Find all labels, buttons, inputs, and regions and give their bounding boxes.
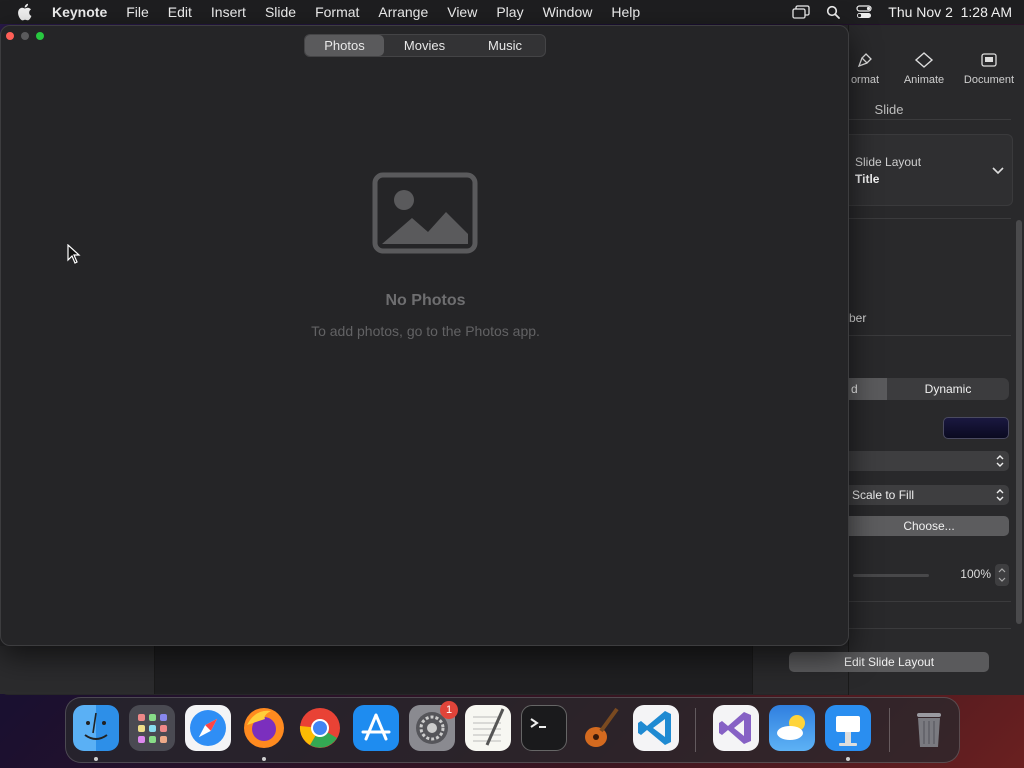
tab-photos[interactable]: Photos xyxy=(305,35,384,56)
dock-weather-icon[interactable] xyxy=(769,705,815,751)
segment-standard[interactable]: d xyxy=(849,378,887,400)
dock-launchpad-icon[interactable] xyxy=(129,705,175,751)
menu-slide[interactable]: Slide xyxy=(265,4,296,20)
dock-app-store-icon[interactable] xyxy=(353,705,399,751)
inspector-tab-format[interactable]: ormat xyxy=(845,50,885,86)
fill-type-popup[interactable] xyxy=(849,451,1009,471)
edit-slide-layout-button[interactable]: Edit Slide Layout xyxy=(789,652,989,672)
inspector-scrollbar[interactable] xyxy=(1016,220,1022,624)
menu-format[interactable]: Format xyxy=(315,4,359,20)
dock: 1 xyxy=(65,697,960,763)
inspector-heading: Slide xyxy=(874,102,904,117)
background-appearance-segment: d Dynamic xyxy=(849,378,1009,400)
control-center-icon[interactable] xyxy=(856,5,872,19)
media-tabs: Photos Movies Music xyxy=(304,34,546,57)
settings-notification-badge: 1 xyxy=(440,701,458,719)
slide-navigator-pane xyxy=(0,646,155,694)
slide-layout-selector[interactable]: Slide Layout Title xyxy=(849,134,1013,206)
inspector-tabs: ormat Animate Document xyxy=(849,50,1024,94)
menu-app-keynote[interactable]: Keynote xyxy=(52,4,107,20)
dock-chrome-icon[interactable] xyxy=(297,705,343,751)
menu-clock[interactable]: Thu Nov 2 1:28 AM xyxy=(888,4,1012,20)
keynote-bottom-area xyxy=(0,646,848,694)
background-color-well[interactable] xyxy=(943,417,1009,439)
divider xyxy=(849,218,1011,219)
empty-state-subtitle: To add photos, go to the Photos app. xyxy=(311,323,540,339)
tab-movies[interactable]: Movies xyxy=(384,35,465,56)
dock-finder-icon[interactable] xyxy=(73,705,119,751)
dock-trash-icon[interactable] xyxy=(906,705,952,751)
dock-separator xyxy=(695,708,696,752)
window-close-button[interactable] xyxy=(6,32,14,40)
slide-layout-caption: Slide Layout xyxy=(855,155,922,169)
slide-canvas-pane xyxy=(155,646,753,694)
media-browser-panel: Photos Movies Music No Photos To add pho… xyxy=(0,25,849,646)
document-icon xyxy=(959,50,1019,70)
stepper-arrows-icon xyxy=(998,568,1006,582)
dock-textedit-icon[interactable] xyxy=(465,705,511,751)
menu-play[interactable]: Play xyxy=(496,4,523,20)
opacity-stepper[interactable] xyxy=(995,564,1009,586)
opacity-field[interactable]: 100% xyxy=(943,564,991,584)
spotlight-search-icon[interactable] xyxy=(826,5,841,19)
slide-layout-value: Title xyxy=(855,172,880,186)
updown-arrows-icon xyxy=(996,454,1004,474)
empty-state-title: No Photos xyxy=(385,292,466,309)
dock-visual-studio-icon[interactable] xyxy=(713,705,759,751)
mouse-pointer-icon xyxy=(67,243,81,267)
inspector-tab-format-label: ormat xyxy=(850,74,880,86)
dock-running-indicator xyxy=(262,757,266,761)
tab-music[interactable]: Music xyxy=(465,35,545,56)
dock-vscode-icon[interactable] xyxy=(633,705,679,751)
dock-firefox-icon[interactable] xyxy=(241,705,287,751)
inspector-panel: ormat Animate Document Slide Slide Layou… xyxy=(848,25,1024,695)
choose-image-button[interactable]: Choose... xyxy=(849,516,1009,536)
dock-garageband-icon[interactable] xyxy=(577,705,623,751)
animate-diamond-icon xyxy=(899,50,949,70)
menu-edit[interactable]: Edit xyxy=(168,4,192,20)
segment-dynamic[interactable]: Dynamic xyxy=(887,378,1009,400)
dock-separator xyxy=(889,708,890,752)
divider xyxy=(849,335,1011,336)
dock-running-indicator xyxy=(94,757,98,761)
inspector-tab-animate-label: Animate xyxy=(903,74,945,86)
photo-placeholder-icon xyxy=(372,172,478,257)
chevron-down-icon xyxy=(992,163,1004,178)
divider xyxy=(849,628,1011,629)
divider xyxy=(849,119,1011,120)
paintbrush-icon xyxy=(845,50,885,70)
screen-mirroring-icon[interactable] xyxy=(792,5,810,19)
opacity-slider[interactable] xyxy=(853,574,929,577)
dock-keynote-icon[interactable] xyxy=(825,705,871,751)
menu-view[interactable]: View xyxy=(447,4,477,20)
menu-window[interactable]: Window xyxy=(543,4,593,20)
updown-arrows-icon xyxy=(996,488,1004,508)
apple-menu-icon[interactable] xyxy=(16,3,38,21)
inspector-tab-document[interactable]: Document xyxy=(959,50,1019,86)
slide-number-label: ber xyxy=(849,311,867,325)
menu-arrange[interactable]: Arrange xyxy=(378,4,428,20)
inspector-tab-animate[interactable]: Animate xyxy=(899,50,949,86)
dock-terminal-icon[interactable] xyxy=(521,705,567,751)
window-zoom-button[interactable] xyxy=(36,32,44,40)
inspector-tab-document-label: Document xyxy=(963,74,1015,86)
window-minimize-button[interactable] xyxy=(21,32,29,40)
divider xyxy=(849,601,1011,602)
menu-file[interactable]: File xyxy=(126,4,149,20)
scale-popup[interactable]: Scale to Fill xyxy=(849,485,1009,505)
dock-running-indicator xyxy=(846,757,850,761)
scale-popup-value: Scale to Fill xyxy=(852,488,915,502)
menu-insert[interactable]: Insert xyxy=(211,4,246,20)
dock-safari-icon[interactable] xyxy=(185,705,231,751)
menu-help[interactable]: Help xyxy=(611,4,640,20)
menu-bar: Keynote File Edit Insert Slide Format Ar… xyxy=(0,0,1024,24)
